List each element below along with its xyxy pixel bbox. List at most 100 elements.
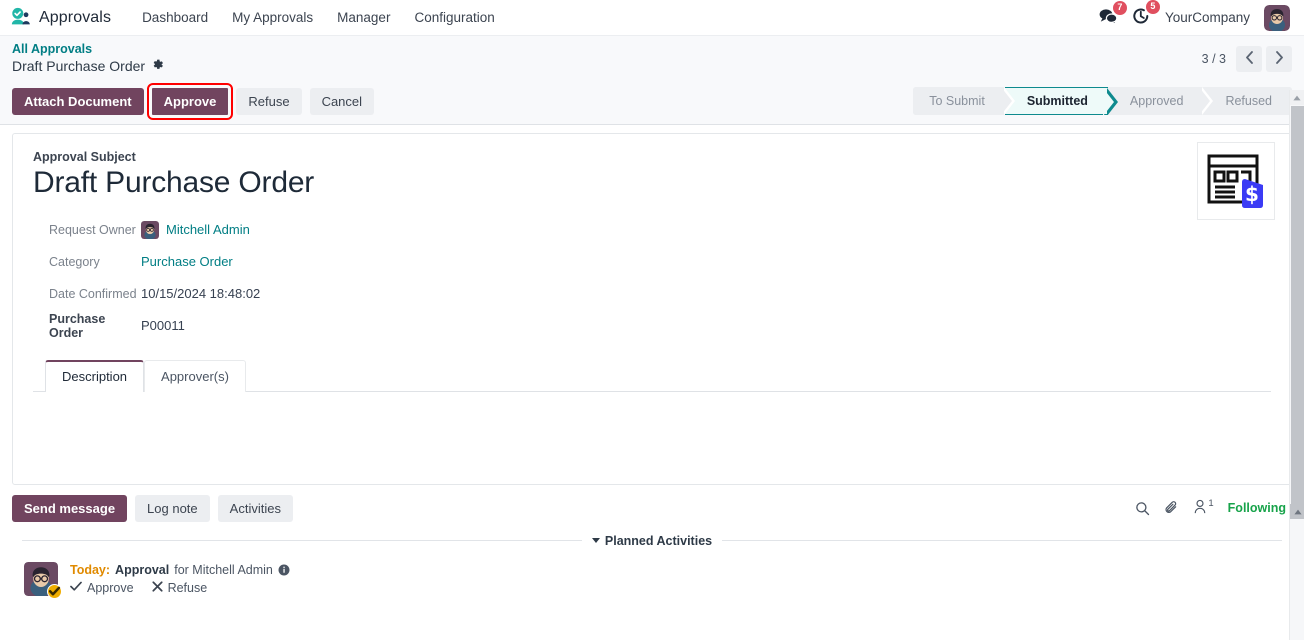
activity-approve-link[interactable]: Approve <box>70 581 134 595</box>
navbar-menu: Dashboard My Approvals Manager Configura… <box>131 4 506 31</box>
app-root: Approvals Dashboard My Approvals Manager… <box>0 0 1304 640</box>
activity-type: Approval <box>115 562 170 577</box>
field-value-date-confirmed[interactable]: 10/15/2024 18:48:02 <box>141 286 260 301</box>
notebook-tabs: Description Approver(s) <box>33 359 1271 392</box>
messages-badge: 7 <box>1112 1 1127 15</box>
form-sheet: $ Approval Subject Draft Purchase Order … <box>12 133 1292 485</box>
tab-description[interactable]: Description <box>45 359 145 392</box>
nav-item-dashboard[interactable]: Dashboard <box>131 4 219 31</box>
field-label-request-owner: Request Owner <box>49 222 136 237</box>
category-link[interactable]: Purchase Order <box>141 254 233 269</box>
activities-badge: 5 <box>1145 0 1160 14</box>
form-sheet-wrapper: $ Approval Subject Draft Purchase Order … <box>0 125 1304 485</box>
check-icon <box>70 581 82 595</box>
field-value-category: Purchase Order <box>141 254 233 269</box>
activity-approve-label: Approve <box>87 580 134 595</box>
status-step-to-submit[interactable]: To Submit <box>913 87 1015 115</box>
status-step-refused[interactable]: Refused <box>1203 87 1292 115</box>
divider-left <box>22 540 582 541</box>
chevron-left-icon <box>1245 51 1254 67</box>
field-label-purchase-order: Purchase Order <box>49 311 106 340</box>
follower-count: 1 <box>1208 498 1214 509</box>
field-request-owner: Request Owner Mitchell Admin <box>33 215 1271 245</box>
breadcrumb-current-label: Draft Purchase Order <box>12 57 146 74</box>
messages-menu-button[interactable]: 7 <box>1098 1 1127 27</box>
user-avatar[interactable] <box>1264 4 1290 31</box>
request-owner-link[interactable]: Mitchell Admin <box>166 222 250 237</box>
avatar <box>141 220 159 239</box>
scrollbar-thumb[interactable] <box>1291 106 1304 504</box>
field-value-request-owner: Mitchell Admin <box>141 220 250 239</box>
tab-panel-description[interactable] <box>33 392 1271 484</box>
activity-content: Today: Approval for Mitchell Admin Appro… <box>70 562 290 596</box>
approve-button[interactable]: Approve <box>146 82 234 120</box>
form-fields: Request Owner Mitchell Admin Category Pu… <box>33 215 1271 341</box>
activity-assignee: for Mitchell Admin <box>174 562 273 577</box>
activity-actions: Approve Refuse <box>70 581 290 595</box>
follower-person-icon <box>1193 499 1207 517</box>
field-value-purchase-order[interactable]: P00011 <box>141 318 185 333</box>
scroll-up-arrow[interactable] <box>1290 90 1304 105</box>
caret-down-icon <box>591 538 600 543</box>
activity-item: Today: Approval for Mitchell Admin Appro… <box>12 556 1292 606</box>
tab-approvers[interactable]: Approver(s) <box>144 359 246 392</box>
approval-subject-label: Approval Subject <box>33 150 136 164</box>
activity-due-date: Today: <box>70 562 111 577</box>
field-label-date-confirmed: Date Confirmed <box>49 286 137 301</box>
check-circle-badge-icon <box>47 583 62 599</box>
field-date-confirmed: Date Confirmed 10/15/2024 18:48:02 <box>33 279 1271 309</box>
activity-summary: Today: Approval for Mitchell Admin <box>70 563 290 577</box>
nav-item-configuration[interactable]: Configuration <box>403 4 505 31</box>
followers-button[interactable]: 1 <box>1193 498 1214 517</box>
pager-count: 3 / 3 <box>1201 52 1226 66</box>
svg-text:$: $ <box>1245 182 1259 206</box>
field-purchase-order: Purchase Order P00011 <box>33 311 1271 341</box>
field-category: Category Purchase Order <box>33 247 1271 277</box>
status-step-submitted[interactable]: Submitted <box>1004 87 1119 115</box>
status-step-approved[interactable]: Approved <box>1107 87 1213 115</box>
control-panel: All Approvals Draft Purchase Order 3 / 3 <box>0 36 1304 125</box>
cancel-button[interactable]: Cancel <box>309 87 375 115</box>
search-icon[interactable] <box>1135 501 1150 516</box>
brand-label: Approvals <box>39 8 112 26</box>
activity-refuse-label: Refuse <box>167 580 208 595</box>
scroll-down-arrow[interactable] <box>1290 504 1304 519</box>
chatter-status-icons: 1 Following <box>1135 498 1292 517</box>
control-panel-top: All Approvals Draft Purchase Order 3 / 3 <box>12 42 1292 80</box>
nav-item-manager[interactable]: Manager <box>326 4 401 31</box>
gear-icon[interactable] <box>151 58 164 76</box>
following-status[interactable]: Following <box>1228 501 1286 515</box>
pager-next-button[interactable] <box>1266 46 1292 72</box>
app-brand[interactable]: Approvals <box>10 7 111 29</box>
refuse-button[interactable]: Refuse <box>236 87 302 115</box>
activity-refuse-link[interactable]: Refuse <box>151 580 208 595</box>
breadcrumb-current: Draft Purchase Order <box>12 58 164 76</box>
attach-document-button[interactable]: Attach Document <box>12 87 144 115</box>
nav-item-my-approvals[interactable]: My Approvals <box>221 4 324 31</box>
pager-previous-button[interactable] <box>1236 46 1262 72</box>
vertical-scrollbar[interactable] <box>1289 90 1304 640</box>
divider-right <box>722 540 1282 541</box>
activities-button[interactable]: Activities <box>217 494 293 522</box>
x-icon <box>151 580 163 595</box>
breadcrumb: All Approvals Draft Purchase Order <box>12 42 164 75</box>
top-navbar: Approvals Dashboard My Approvals Manager… <box>0 0 1304 36</box>
control-panel-buttons: Attach Document Approve Refuse Cancel To… <box>12 80 1292 124</box>
page-title: Draft Purchase Order <box>33 166 315 199</box>
send-message-button[interactable]: Send message <box>12 494 128 522</box>
approvals-app-icon <box>10 7 32 29</box>
info-icon[interactable] <box>278 564 290 576</box>
planned-activities-toggle[interactable]: Planned Activities <box>591 533 713 548</box>
status-bar: To Submit Submitted Approved Refused <box>913 87 1292 115</box>
field-label-category: Category <box>49 254 100 269</box>
paperclip-icon[interactable] <box>1164 500 1179 516</box>
pager: 3 / 3 <box>1202 42 1292 72</box>
planned-activities-label: Planned Activities <box>604 533 713 548</box>
log-note-button[interactable]: Log note <box>135 494 210 522</box>
activity-avatar <box>24 561 62 599</box>
breadcrumb-parent-all-approvals[interactable]: All Approvals <box>12 42 164 58</box>
company-menu-button[interactable]: YourCompany <box>1165 10 1250 25</box>
purchase-order-document-icon: $ <box>1197 142 1275 220</box>
chevron-right-icon <box>1275 51 1284 67</box>
activities-menu-button[interactable]: 5 <box>1132 0 1160 28</box>
